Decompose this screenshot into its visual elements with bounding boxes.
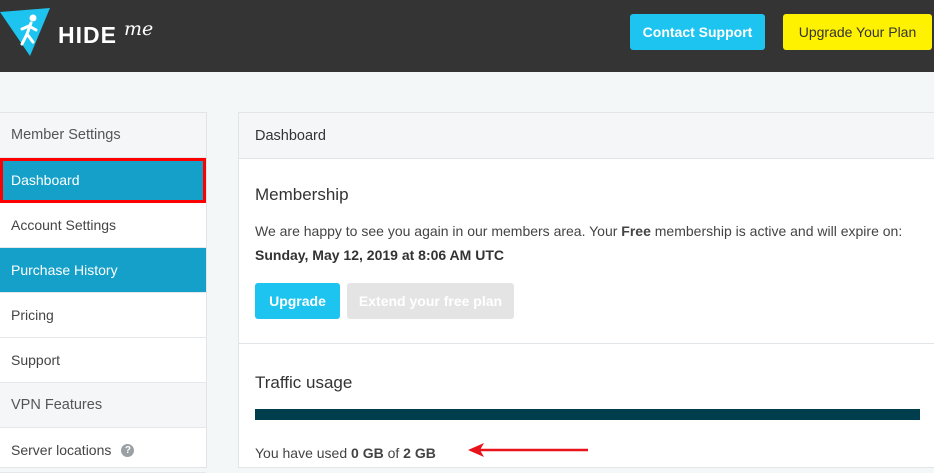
sidebar-item-label: Support <box>11 352 61 368</box>
sidebar-heading-label: Member Settings <box>11 127 121 143</box>
logo-suffix: me <box>124 18 154 40</box>
sidebar: Member Settings Dashboard Account Settin… <box>0 112 207 473</box>
contact-support-button[interactable]: Contact Support <box>630 14 765 50</box>
membership-section: Membership We are happy to see you again… <box>255 185 925 319</box>
hideme-logo[interactable]: HIDE me <box>0 0 200 72</box>
sidebar-item-account-settings[interactable]: Account Settings <box>0 203 206 248</box>
sidebar-item-purchase-history[interactable]: Purchase History <box>0 248 206 293</box>
sidebar-item-support[interactable]: Support <box>0 338 206 383</box>
dashboard-panel: Dashboard Membership We are happy to see… <box>238 112 934 468</box>
panel-title: Dashboard <box>239 113 934 159</box>
upgrade-your-plan-button[interactable]: Upgrade Your Plan <box>783 14 932 50</box>
membership-text: We are happy to see you again in our mem… <box>255 223 902 239</box>
help-icon[interactable]: ? <box>121 443 135 457</box>
sidebar-heading-label: VPN Features <box>11 397 103 413</box>
logo-mark-icon <box>0 8 50 56</box>
extend-free-plan-button[interactable]: Extend your free plan <box>347 283 514 319</box>
membership-plan: Free <box>621 223 651 239</box>
sidebar-item-label: Server locations <box>11 442 112 458</box>
sidebar-heading-vpn-features: VPN Features <box>0 383 206 428</box>
logo-text: HIDE <box>58 22 117 48</box>
sidebar-item-label: Dashboard <box>11 172 80 188</box>
sidebar-item-dashboard[interactable]: Dashboard <box>0 158 206 203</box>
sidebar-item-label: Account Settings <box>11 217 117 233</box>
traffic-total: 2 GB <box>403 445 436 461</box>
sidebar-item-server-locations[interactable]: Server locations ? <box>0 428 206 473</box>
sidebar-heading-member-settings: Member Settings <box>0 113 206 158</box>
traffic-usage-text: You have used 0 GB of 2 GB <box>255 445 436 461</box>
sidebar-item-label: Pricing <box>11 307 54 323</box>
sidebar-item-pricing[interactable]: Pricing <box>0 293 206 338</box>
membership-title: Membership <box>255 185 349 204</box>
panel-title-label: Dashboard <box>255 127 326 144</box>
top-header: HIDE me Contact Support Upgrade Your Pla… <box>0 0 934 72</box>
membership-text-after: membership is active and will expire on: <box>650 223 903 239</box>
sidebar-item-label: Purchase History <box>11 262 118 278</box>
traffic-used: 0 GB <box>351 445 384 461</box>
section-divider <box>239 343 934 344</box>
membership-expiry: Sunday, May 12, 2019 at 8:06 AM UTC <box>255 247 504 263</box>
membership-text-before: We are happy to see you again in our mem… <box>255 223 622 239</box>
traffic-text-of: of <box>383 445 404 461</box>
traffic-text-prefix: You have used <box>255 445 352 461</box>
traffic-usage-title: Traffic usage <box>255 373 353 392</box>
upgrade-button[interactable]: Upgrade <box>255 283 340 319</box>
traffic-usage-bar <box>255 409 920 420</box>
red-arrow-icon <box>468 443 588 457</box>
